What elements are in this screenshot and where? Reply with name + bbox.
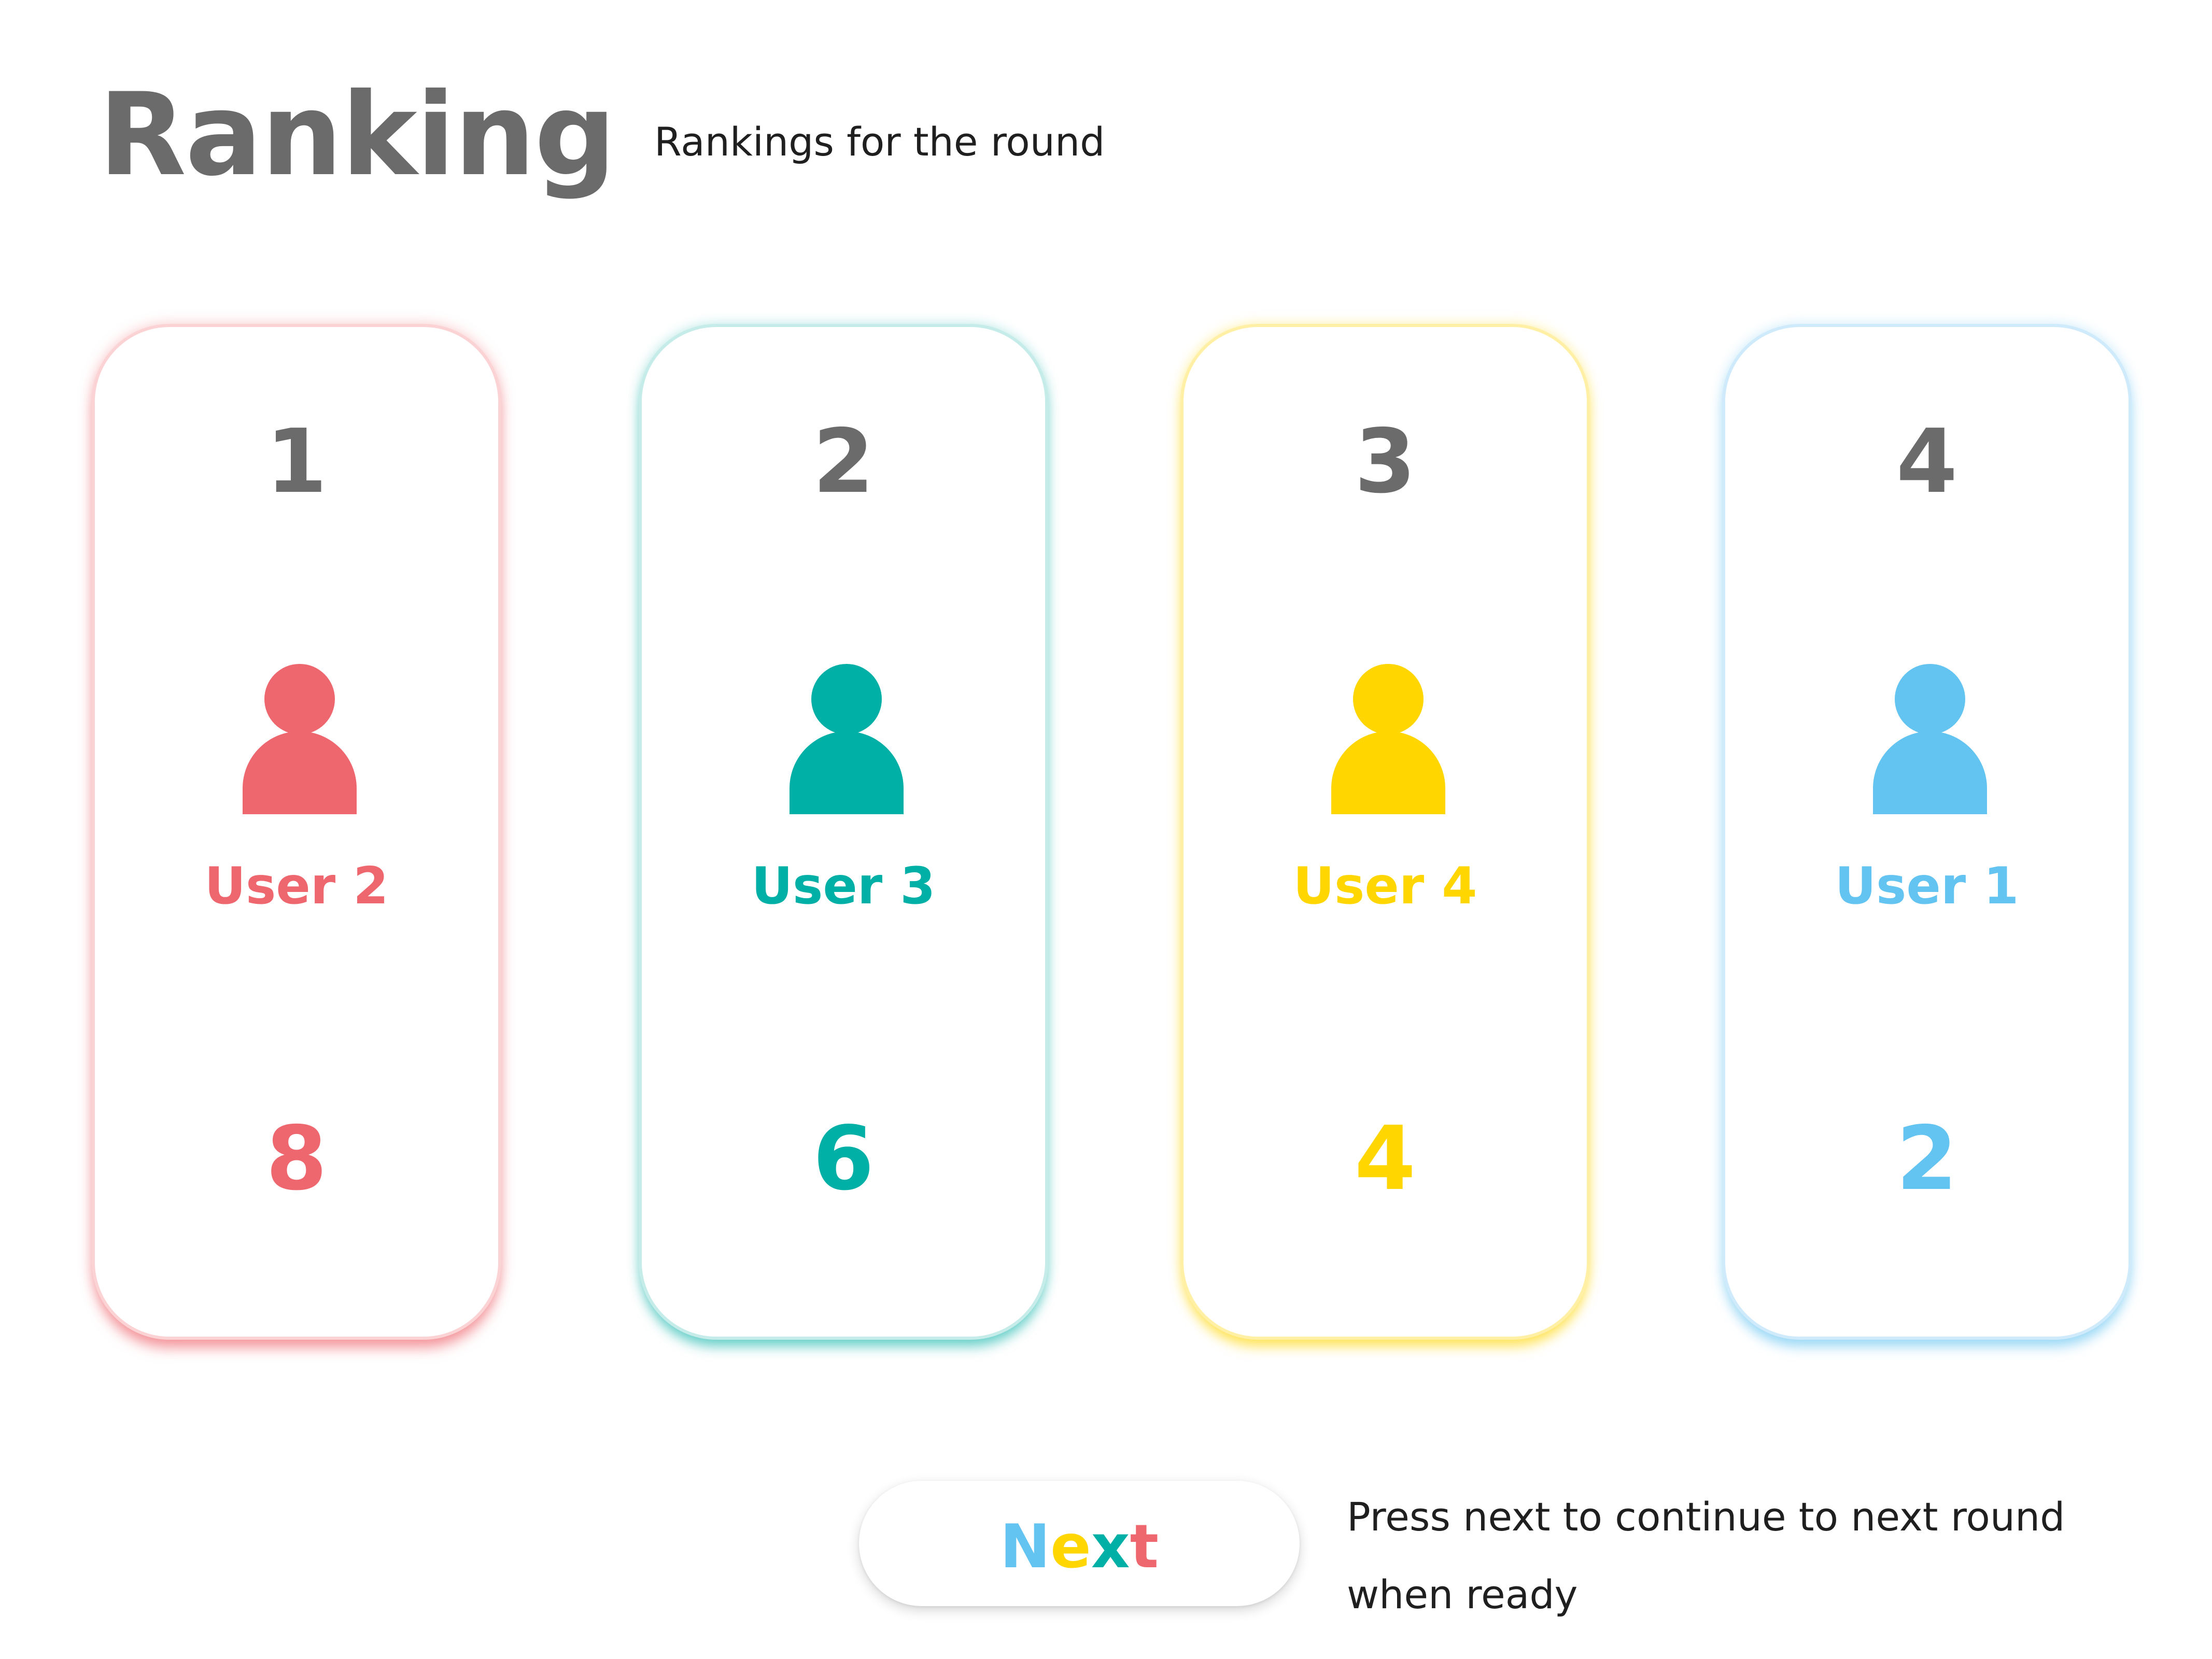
next-button-letter: x (1091, 1512, 1130, 1582)
ranking-card-3: 3 User 4 4 (1180, 324, 1590, 1340)
next-button-letter: t (1130, 1512, 1159, 1582)
user-icon (1873, 664, 1987, 814)
ranking-card-1: 1 User 2 8 (92, 324, 501, 1340)
next-button-letter: N (999, 1512, 1051, 1582)
user-name: User 3 (751, 857, 936, 916)
page-title: Ranking (98, 68, 616, 201)
page-subtitle: Rankings for the round (654, 119, 1105, 165)
ranking-card-4: 4 User 1 2 (1722, 324, 2132, 1340)
next-button[interactable]: Next (859, 1481, 1300, 1606)
user-icon (790, 664, 904, 814)
next-round-hint: Press next to continue to next round when… (1347, 1478, 2109, 1634)
user-score: 2 (1896, 1108, 1958, 1210)
hint-line-1: Press next to continue to next round (1347, 1494, 2065, 1540)
user-score: 8 (265, 1108, 328, 1210)
user-name: User 4 (1293, 857, 1477, 916)
rank-number: 3 (1354, 410, 1416, 513)
user-name: User 2 (204, 857, 389, 916)
user-score: 6 (812, 1108, 875, 1210)
ranking-card-2: 2 User 3 6 (639, 324, 1048, 1340)
user-icon (1331, 664, 1445, 814)
user-score: 4 (1354, 1108, 1416, 1210)
user-icon (243, 664, 357, 814)
rank-number: 1 (265, 410, 328, 513)
next-button-letter: e (1050, 1512, 1091, 1582)
hint-line-2: when ready (1347, 1571, 1578, 1618)
rank-number: 4 (1896, 410, 1958, 513)
user-name: User 1 (1835, 857, 2019, 916)
rank-number: 2 (812, 410, 875, 513)
